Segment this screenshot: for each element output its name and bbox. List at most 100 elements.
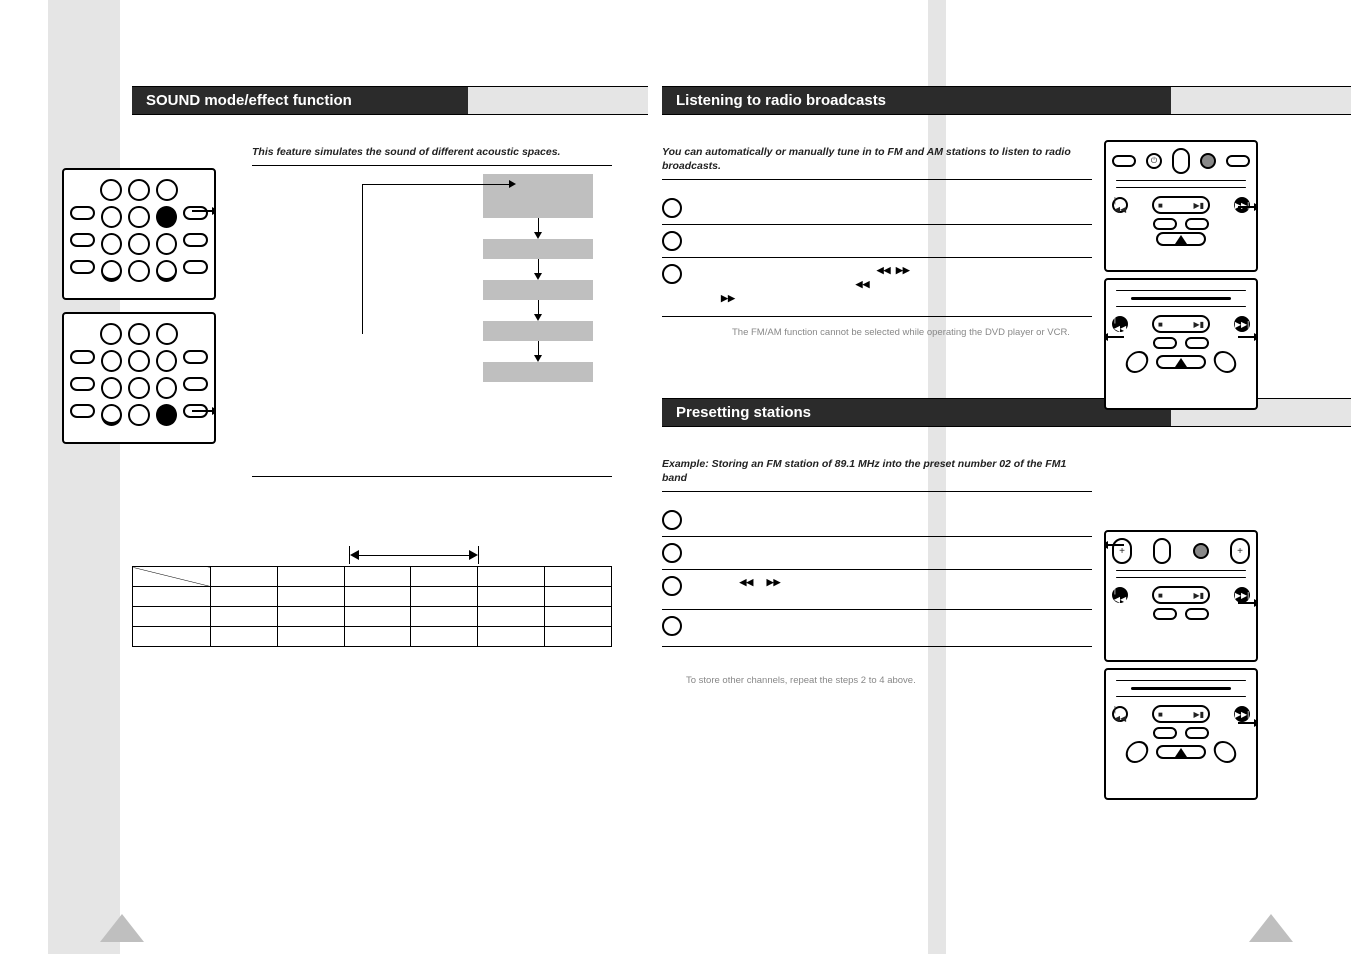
flow-arrow-down-icon <box>534 355 542 362</box>
callout-arrow-icon <box>192 410 216 412</box>
page-corner-triangle-icon <box>100 914 144 942</box>
power-icon: ⏻ <box>1146 153 1162 169</box>
table-row <box>133 627 612 647</box>
callout-arrow-icon <box>1238 336 1258 338</box>
transport-oval: ■ ▶▮ <box>1152 705 1210 723</box>
table-col-header <box>545 567 612 587</box>
remote-illustration-keypad-1 <box>62 168 216 300</box>
effect-table <box>132 566 612 647</box>
section-title: SOUND mode/effect function <box>132 87 468 114</box>
eject-icon <box>1156 232 1206 246</box>
transport-oval: ■ ▶▮ <box>1152 315 1210 333</box>
ff-icon: ▶▶ <box>896 265 910 275</box>
callout-arrow-icon <box>1104 336 1124 338</box>
step-text: ◀◀ ▶▶ ◀◀ ▶▶ <box>692 264 1092 305</box>
right-page: Listening to radio broadcasts You can au… <box>648 0 1351 954</box>
rocker-icon <box>1153 538 1171 564</box>
steps-end-rule <box>662 646 1092 647</box>
flow-node <box>483 239 593 259</box>
flow-arrow-down-icon <box>534 314 542 321</box>
prev-track-icon: |◀◀ <box>1112 316 1128 332</box>
transport-oval: ■ ▶▮ <box>1152 586 1210 604</box>
page-corner-triangle-icon <box>1249 914 1293 942</box>
section-intro: Example: Storing an FM station of 89.1 M… <box>662 457 1092 485</box>
transport-oval: ■ ▶▮ <box>1152 196 1210 214</box>
flow-node <box>483 280 593 300</box>
table-span-arrow <box>216 546 612 564</box>
rew-icon: ◀◀ <box>856 279 870 289</box>
radio-steps: 1 2 3 ◀◀ ▶▶ <box>662 192 1092 311</box>
section-header-accent <box>468 87 648 114</box>
table-col-header <box>277 567 344 587</box>
mode-icon <box>1200 153 1216 169</box>
section-title: Listening to radio broadcasts <box>662 87 1171 114</box>
mode-icon <box>1193 543 1209 559</box>
step-number-badge: 3 <box>662 576 682 596</box>
table-diag-header <box>133 567 211 587</box>
step-row: 1 <box>662 192 1092 225</box>
step-number-badge: 2 <box>662 543 682 563</box>
step-text: ◀◀ ▶▶ <box>692 576 1092 603</box>
intro-rule <box>662 179 1092 180</box>
play-pause-icon: ▶▮ <box>1193 710 1204 719</box>
ff-icon: ▶▶ <box>721 293 735 303</box>
rew-icon: ◀◀ <box>877 265 891 275</box>
closing-note: To store other channels, repeat the step… <box>686 675 1086 686</box>
eject-icon <box>1156 745 1206 759</box>
preset-steps: 1 2 3 ◀◀ ▶▶ 4 <box>662 504 1092 642</box>
step-row: 3 ◀◀ ▶▶ <box>662 570 1092 610</box>
section-intro: This feature simulates the sound of diff… <box>252 145 612 159</box>
step-row: 3 ◀◀ ▶▶ <box>662 258 1092 311</box>
step-row: 2 <box>662 537 1092 570</box>
rocker-icon <box>1172 148 1190 174</box>
play-pause-icon: ▶▮ <box>1193 320 1204 329</box>
flow-arrow-down-icon <box>534 273 542 280</box>
section-intro: You can automatically or manually tune i… <box>662 145 1092 173</box>
closing-text: To store other channels, repeat the step… <box>686 675 916 686</box>
section-header-accent <box>1171 87 1351 114</box>
flow-node <box>483 362 593 382</box>
stop-icon: ■ <box>1158 201 1163 210</box>
table-row <box>133 607 612 627</box>
steps-end-rule <box>662 316 1092 317</box>
step-number-badge: 2 <box>662 231 682 251</box>
prev-track-icon: |◀◀ <box>1112 197 1128 213</box>
next-track-icon: ▶▶| <box>1234 587 1250 603</box>
remote-illustration-transport-1: ⏻ |◀◀ ■ ▶▮ ▶▶| <box>1104 140 1258 272</box>
table-col-header <box>411 567 478 587</box>
stop-icon: ■ <box>1158 710 1163 719</box>
flow-node <box>483 174 593 218</box>
callout-arrow-icon <box>192 210 216 212</box>
eject-icon <box>1156 355 1206 369</box>
flow-node <box>483 321 593 341</box>
stop-icon: ■ <box>1158 320 1163 329</box>
remote-illustration-transport-2: |◀◀ ■ ▶▮ ▶▶| <box>1104 278 1258 410</box>
manual-spread: SOUND mode/effect function This feature … <box>0 0 1351 954</box>
table-col-header <box>478 567 545 587</box>
ff-icon: ▶▶ <box>767 577 781 587</box>
left-page: SOUND mode/effect function This feature … <box>48 0 648 954</box>
stop-icon: ■ <box>1158 591 1163 600</box>
step-row: 2 <box>662 225 1092 258</box>
step-number-badge: 1 <box>662 510 682 530</box>
note-text: The FM/AM function cannot be selected wh… <box>732 327 1070 338</box>
table-col-header <box>211 567 278 587</box>
intro-rule <box>662 491 1092 492</box>
subsection-rule <box>252 476 612 477</box>
remote-illustration-transport-3: + + |◀◀ ■ ▶▮ ▶▶| <box>1104 530 1258 662</box>
table-col-header <box>344 567 411 587</box>
step-number-badge: 1 <box>662 198 682 218</box>
rew-icon: ◀◀ <box>740 577 754 587</box>
flow-arrow-down-icon <box>534 232 542 239</box>
section-header-radio: Listening to radio broadcasts <box>662 86 1351 115</box>
next-track-icon: ▶▶| <box>1234 706 1250 722</box>
play-pause-icon: ▶▮ <box>1193 201 1204 210</box>
flow-loop-line <box>362 184 363 334</box>
note-lead <box>686 327 726 338</box>
table-row <box>133 587 612 607</box>
callout-arrow-icon <box>1238 602 1258 604</box>
next-track-icon: ▶▶| <box>1234 316 1250 332</box>
section-title: Presetting stations <box>662 399 1171 426</box>
callout-arrow-icon <box>1238 722 1258 724</box>
play-pause-icon: ▶▮ <box>1193 591 1204 600</box>
